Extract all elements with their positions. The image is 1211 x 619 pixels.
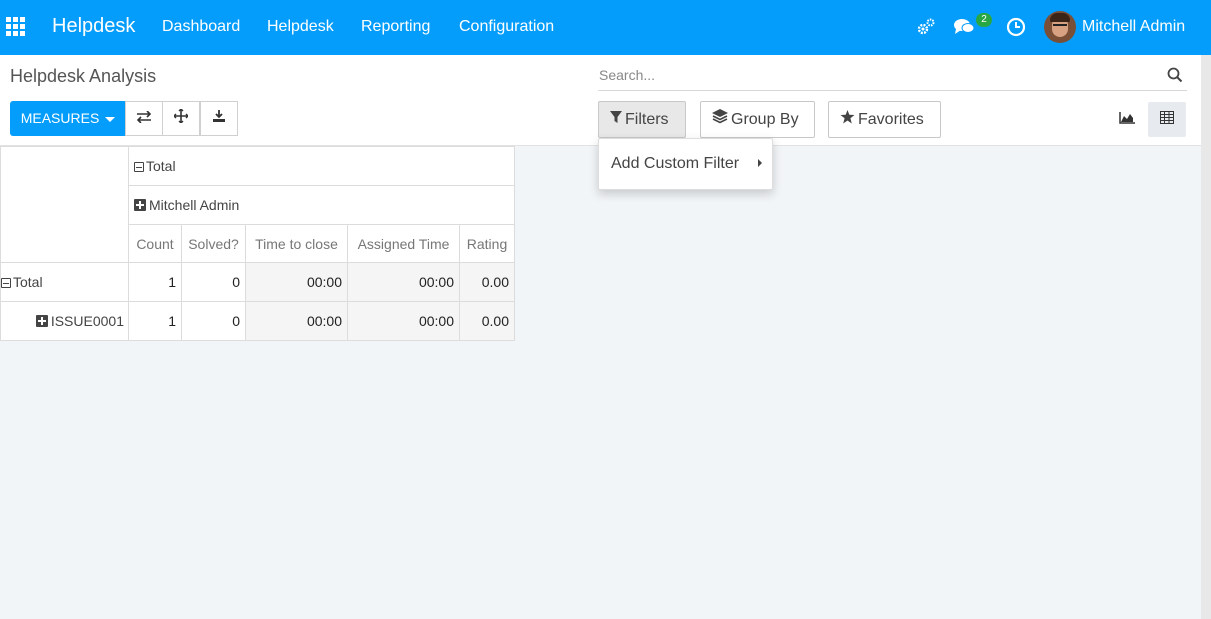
layers-icon xyxy=(712,102,728,137)
measures-label: MEASURES xyxy=(20,110,100,126)
clock-icon[interactable] xyxy=(1006,17,1026,42)
star-icon xyxy=(840,102,855,137)
top-navbar: Helpdesk Dashboard Helpdesk Reporting Co… xyxy=(0,0,1211,55)
expand-all-icon xyxy=(173,108,189,124)
menu-configuration[interactable]: Configuration xyxy=(459,18,554,36)
cell: 00:00 xyxy=(347,262,460,302)
flip-axis-icon xyxy=(136,110,152,124)
cell: 00:00 xyxy=(245,301,348,341)
cell: 00:00 xyxy=(347,301,460,341)
cell: 1 xyxy=(128,301,182,341)
scrollbar[interactable] xyxy=(1201,55,1211,619)
menu-dashboard[interactable]: Dashboard xyxy=(162,18,240,36)
pivot-row-header-total[interactable]: Total xyxy=(0,262,129,302)
menu-helpdesk[interactable]: Helpdesk xyxy=(267,18,334,36)
messages-count-badge: 2 xyxy=(976,13,992,27)
pivot-row-header-issue[interactable]: ISSUE0001 xyxy=(0,301,129,341)
cell: 00:00 xyxy=(245,262,348,302)
settings-gears-icon[interactable] xyxy=(916,17,936,42)
cell: 1 xyxy=(128,262,182,302)
measure-header-time-to-close[interactable]: Time to close xyxy=(245,224,348,263)
filters-button[interactable]: Filters xyxy=(598,101,686,138)
measures-button[interactable]: MEASURES xyxy=(10,101,126,136)
cell: 0.00 xyxy=(459,301,515,341)
download-icon xyxy=(213,110,225,122)
filters-dropdown: Add Custom Filter xyxy=(598,138,773,190)
app-brand[interactable]: Helpdesk xyxy=(52,15,135,38)
cell: 0.00 xyxy=(459,262,515,302)
graph-view-button[interactable] xyxy=(1108,102,1146,137)
table-row: ISSUE0001 1 0 00:00 00:00 0.00 xyxy=(0,301,515,341)
search-bar xyxy=(598,61,1187,91)
pivot-col-header-group[interactable]: Mitchell Admin xyxy=(128,185,515,225)
group-by-label: Group By xyxy=(731,111,799,128)
search-icon[interactable] xyxy=(1167,67,1183,88)
filter-icon xyxy=(610,102,622,137)
pivot-col-header-total[interactable]: Total xyxy=(128,146,515,186)
measure-header-assigned-time[interactable]: Assigned Time xyxy=(347,224,460,263)
cell: 0 xyxy=(181,301,246,341)
favorites-button[interactable]: Favorites xyxy=(828,101,941,138)
apps-grid-icon[interactable] xyxy=(6,17,28,37)
breadcrumb: Helpdesk Analysis xyxy=(10,66,157,86)
group-by-button[interactable]: Group By xyxy=(700,101,815,138)
expand-all-button[interactable] xyxy=(162,101,200,136)
favorites-label: Favorites xyxy=(858,111,924,128)
filters-label: Filters xyxy=(625,111,669,128)
collapse-icon xyxy=(134,162,144,172)
add-custom-filter-item[interactable]: Add Custom Filter xyxy=(611,155,739,173)
collapse-icon xyxy=(1,278,11,288)
expand-icon xyxy=(134,199,146,211)
pivot-corner xyxy=(0,146,129,263)
pivot-view-button[interactable] xyxy=(1148,102,1186,137)
expand-icon xyxy=(35,315,48,327)
flip-axis-button[interactable] xyxy=(125,101,163,136)
download-button[interactable] xyxy=(200,101,238,136)
measure-header-count[interactable]: Count xyxy=(128,224,182,263)
user-name[interactable]: Mitchell Admin xyxy=(1082,18,1185,36)
graph-view-icon xyxy=(1119,112,1135,124)
measure-header-rating[interactable]: Rating xyxy=(459,224,515,263)
chat-icon[interactable] xyxy=(953,18,975,41)
table-row: Total 1 0 00:00 00:00 0.00 xyxy=(0,262,515,302)
pivot-view-icon xyxy=(1160,111,1174,124)
caret-right-icon xyxy=(758,159,762,167)
user-avatar[interactable] xyxy=(1044,11,1076,43)
measure-header-solved[interactable]: Solved? xyxy=(181,224,246,263)
caret-down-icon xyxy=(105,116,116,122)
menu-reporting[interactable]: Reporting xyxy=(361,18,430,36)
control-panel: Helpdesk Analysis MEASURES Filters Group… xyxy=(0,55,1201,146)
pivot-table: Total Mitchell Admin Count Solved? Time … xyxy=(0,146,515,341)
search-input[interactable] xyxy=(599,64,1139,86)
cell: 0 xyxy=(181,262,246,302)
